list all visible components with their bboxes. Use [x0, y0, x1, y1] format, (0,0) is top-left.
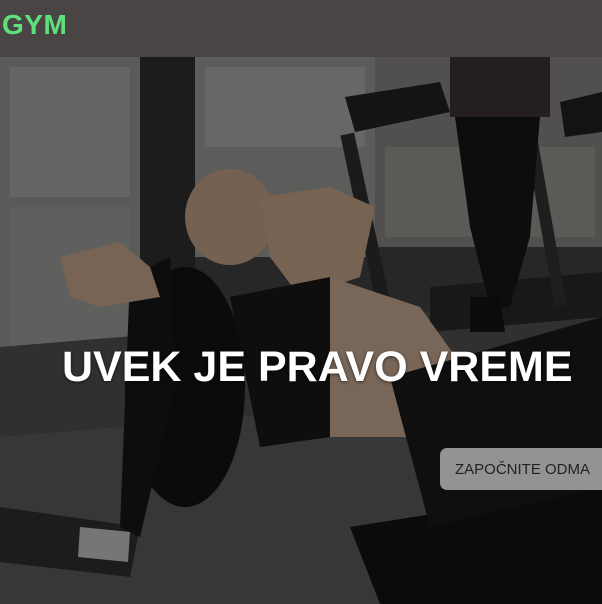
- top-nav-bar: GYM: [0, 0, 602, 57]
- hero-headline: UVEK JE PRAVO VREME: [62, 343, 573, 391]
- start-now-button[interactable]: ZAPOČNITE ODMA: [440, 448, 602, 490]
- brand-logo[interactable]: GYM: [2, 9, 67, 41]
- hero-section: UVEK JE PRAVO VREME ZAPOČNITE ODMA: [0, 57, 602, 604]
- landing-page: GYM UVEK JE PRAVO VREME ZAPOČNITE ODMA: [0, 0, 602, 604]
- hero-background-photo: [0, 57, 602, 604]
